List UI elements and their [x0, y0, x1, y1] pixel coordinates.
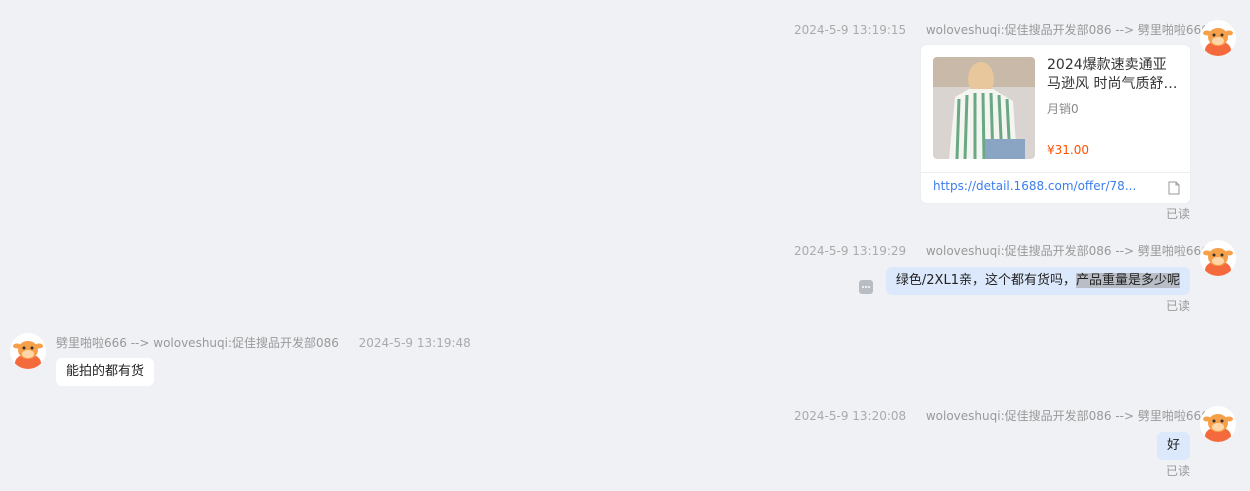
- cow-avatar-icon: [10, 333, 46, 369]
- product-link[interactable]: https://detail.1688.com/offer/78...: [933, 179, 1136, 193]
- message-time: 2024-5-9 13:19:48: [358, 336, 471, 350]
- product-title-line1: 2024爆款速卖通亚: [1047, 57, 1167, 73]
- product-card[interactable]: 2024爆款速卖通亚 马逊风 时尚气质舒… 月销0 ¥31.00 https:/…: [921, 45, 1190, 203]
- message-time: 2024-5-9 13:20:08: [794, 409, 907, 423]
- product-sales: 月销0: [1047, 102, 1079, 116]
- more-icon[interactable]: [859, 280, 873, 294]
- message-time: 2024-5-9 13:19:15: [794, 23, 907, 37]
- message-meta: 2024-5-9 13:19:29 woloveshuqi:促佳搜品开发部086…: [794, 242, 1209, 259]
- read-status: 已读: [1166, 464, 1191, 478]
- message-bubble[interactable]: 好: [1156, 432, 1190, 460]
- avatar[interactable]: [1200, 20, 1236, 56]
- read-status: 已读: [1166, 299, 1191, 313]
- message-route: woloveshuqi:促佳搜品开发部086 --> 劈里啪啦666: [925, 23, 1209, 37]
- message-bubble[interactable]: 能拍的都有货: [56, 358, 155, 386]
- avatar[interactable]: [10, 333, 46, 369]
- message-route: woloveshuqi:促佳搜品开发部086 --> 劈里啪啦666: [925, 409, 1209, 423]
- message-route: woloveshuqi:促佳搜品开发部086 --> 劈里啪啦666: [925, 244, 1209, 258]
- message-text: 绿色/2XL1亲，这个都有货吗，: [895, 273, 1076, 288]
- avatar[interactable]: [1200, 406, 1236, 442]
- message-text: 能拍的都有货: [66, 364, 145, 379]
- cow-avatar-icon: [1200, 406, 1236, 442]
- message-bubble[interactable]: 绿色/2XL1亲，这个都有货吗，产品重量是多少呢: [885, 267, 1190, 295]
- product-title-line2: 马逊风 时尚气质舒…: [1047, 76, 1178, 92]
- cow-avatar-icon: [1200, 240, 1236, 276]
- avatar[interactable]: [1200, 240, 1236, 276]
- product-image[interactable]: [933, 57, 1035, 159]
- product-title[interactable]: 2024爆款速卖通亚 马逊风 时尚气质舒…: [1047, 56, 1179, 94]
- message-meta: 2024-5-9 13:20:08 woloveshuqi:促佳搜品开发部086…: [794, 407, 1209, 424]
- document-icon[interactable]: [1168, 180, 1180, 199]
- message-text: 好: [1166, 438, 1180, 453]
- message-meta: 2024-5-9 13:19:15 woloveshuqi:促佳搜品开发部086…: [794, 21, 1209, 38]
- cow-avatar-icon: [1200, 20, 1236, 56]
- message-time: 2024-5-9 13:19:29: [794, 244, 907, 258]
- message-meta: 劈里啪啦666 --> woloveshuqi:促佳搜品开发部086 2024-…: [56, 334, 471, 351]
- product-price: ¥31.00: [1047, 143, 1089, 157]
- message-text-highlight: 产品重量是多少呢: [1075, 273, 1180, 288]
- card-divider: [921, 172, 1190, 173]
- message-route: 劈里啪啦666 --> woloveshuqi:促佳搜品开发部086: [56, 336, 339, 350]
- read-status: 已读: [1166, 207, 1191, 221]
